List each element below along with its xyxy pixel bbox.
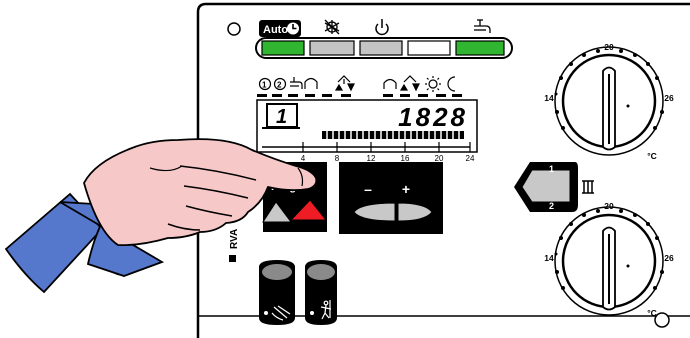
knob-top-tick-26: 26 (664, 93, 674, 103)
hot-water-tap-icon (474, 19, 491, 33)
mode-button-continuous[interactable] (309, 40, 355, 56)
side-label-marker (229, 255, 236, 262)
timeline-label-16: 16 (401, 154, 410, 163)
manual-button-top (262, 264, 292, 280)
timeline-label-4: 4 (301, 154, 306, 163)
knob-bottom-tick-14: 14 (544, 253, 554, 263)
circuit-selector-switch[interactable]: 1 2 (514, 162, 594, 212)
radiator-icon (582, 180, 594, 194)
knob-top-unit: °C (647, 151, 657, 161)
mode-button-auto[interactable] (261, 40, 305, 56)
knob-top-tick-20: 20 (604, 42, 614, 52)
chimney-button-top (307, 264, 335, 280)
switch-label-2: 2 (549, 201, 554, 211)
temperature-knob-bottom[interactable]: 20 14 26 °C (544, 201, 674, 318)
mounting-screw-bottom (654, 312, 670, 328)
frost-protection-off-icon (324, 19, 340, 35)
heating-circuit-2-icon: 2 (273, 77, 287, 91)
controller-panel-illustration: Auto 1 2 1 1828 4 8 12 16 20 24 – + 1 2 … (4, 2, 690, 338)
svg-text:1: 1 (262, 81, 267, 90)
auto-label: Auto (263, 24, 288, 36)
side-model-label: RVA (229, 229, 240, 249)
knob-top-tick-14: 14 (544, 93, 554, 103)
temperature-knob-top[interactable]: 20 14 26 °C (544, 42, 674, 161)
switch-label-1: 1 (549, 164, 554, 174)
mode-selector-bar (255, 37, 513, 59)
timeline-label-12: 12 (367, 154, 376, 163)
comfort-setpoint-icon (334, 75, 355, 92)
comfort-icon (304, 77, 318, 89)
manual-button-dot (264, 311, 268, 315)
time-digits: 1828 (398, 102, 468, 132)
knob-bottom-tick-20: 20 (604, 201, 614, 211)
switch-lever[interactable] (521, 169, 571, 203)
svg-text:2: 2 (277, 81, 282, 90)
hot-water-icon (290, 77, 303, 89)
timeline-label-20: 20 (435, 154, 444, 163)
manual-operation-button[interactable] (259, 260, 295, 325)
mounting-screw-top (227, 22, 241, 36)
knob-bottom-unit: °C (647, 308, 657, 318)
setpoint-adjust-block: – + (339, 162, 443, 234)
mode-button-standby[interactable] (359, 40, 403, 56)
plus-label: + (402, 181, 410, 197)
display-symbol-row: 1 2 (258, 75, 456, 92)
knob-bottom-tick-26: 26 (664, 253, 674, 263)
frost-setpoint-icon (399, 75, 420, 92)
heating-circuit-1-icon: 1 (258, 77, 272, 91)
chimney-sweep-button[interactable] (305, 260, 337, 325)
mode-button-hot-water[interactable] (455, 40, 505, 56)
minus-label: – (364, 181, 372, 197)
sun-icon (425, 76, 441, 92)
chimney-button-dot (310, 311, 314, 315)
timeline-label-8: 8 (335, 154, 340, 163)
adjust-block-background (339, 162, 443, 234)
mode-button-blank[interactable] (407, 40, 451, 56)
standby-power-icon (375, 19, 389, 36)
moon-icon (447, 76, 456, 92)
clock-icon (287, 22, 299, 35)
lcd-display: 1 1828 (256, 99, 478, 153)
timeline-label-24: 24 (466, 154, 475, 163)
day-digit: 1 (276, 106, 287, 128)
timeline-labels: 4 8 12 16 20 24 (301, 154, 475, 163)
display-status-markers (257, 94, 462, 97)
reduced-icon (383, 78, 397, 89)
auto-mode-badge: Auto (259, 20, 301, 37)
